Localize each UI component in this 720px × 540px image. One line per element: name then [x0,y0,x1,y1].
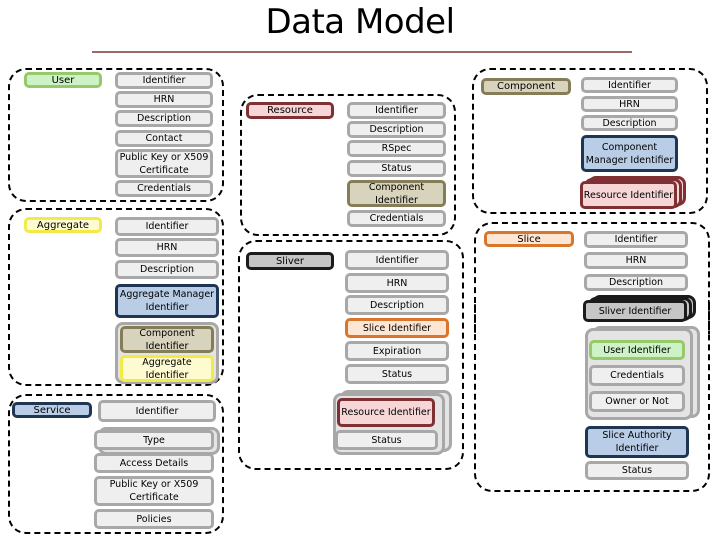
aggregate-field-component-identifier[interactable]: Component Identifier [120,326,214,353]
user-entity[interactable]: User [24,72,102,88]
service-field-public-key[interactable]: Public Key or X509 Certificate [94,476,214,506]
slice-entity[interactable]: Slice [484,231,574,247]
title-divider [92,51,632,53]
slice-field-slice-authority-identifier[interactable]: Slice Authority Identifier [585,426,689,458]
aggregate-field-hrn[interactable]: HRN [115,238,219,257]
component-field-cm-identifier[interactable]: Component Manager Identifier [581,135,678,172]
sliver-entity[interactable]: Sliver [246,252,334,270]
service-field-policies[interactable]: Policies [94,509,214,529]
sliver-field-expiration[interactable]: Expiration [345,341,449,361]
aggregate-field-aggregate-identifier[interactable]: Aggregate Identifier [120,355,214,382]
slice-field-description[interactable]: Description [584,274,688,291]
user-field-public-key[interactable]: Public Key or X509 Certificate [115,149,213,178]
slice-field-credentials[interactable]: Credentials [589,365,685,386]
component-entity[interactable]: Component [481,78,571,95]
sliver-field-status[interactable]: Status [345,364,449,384]
user-field-hrn[interactable]: HRN [115,91,213,108]
component-field-identifier[interactable]: Identifier [581,77,678,93]
resource-field-credentials[interactable]: Credentials [347,210,446,227]
service-entity[interactable]: Service [12,402,92,418]
aggregate-entity[interactable]: Aggregate [24,217,102,233]
user-field-credentials[interactable]: Credentials [115,180,213,197]
slice-field-user-identifier[interactable]: User Identifier [589,340,685,360]
resource-field-identifier[interactable]: Identifier [347,102,446,119]
slice-field-identifier[interactable]: Identifier [584,231,688,248]
component-field-description[interactable]: Description [581,115,678,131]
resource-entity[interactable]: Resource [246,102,334,119]
sliver-field-hrn[interactable]: HRN [345,273,449,293]
component-field-resource-identifier[interactable]: Resource Identifier [580,181,677,209]
aggregate-field-identifier[interactable]: Identifier [115,217,219,236]
service-field-access-details[interactable]: Access Details [94,453,214,473]
component-field-hrn[interactable]: HRN [581,96,678,112]
page-title: Data Model [265,2,455,42]
sliver-field-identifier[interactable]: Identifier [345,250,449,270]
service-field-identifier[interactable]: Identifier [98,400,216,422]
user-field-contact[interactable]: Contact [115,130,213,147]
resource-field-rspec[interactable]: RSpec [347,140,446,157]
sliver-field-description[interactable]: Description [345,295,449,315]
resource-field-description[interactable]: Description [347,121,446,138]
aggregate-field-am-identifier[interactable]: Aggregate Manager Identifier [115,284,219,318]
slice-field-owner-or-not[interactable]: Owner or Not [589,391,685,412]
sliver-field-resource-status[interactable]: Status [335,430,438,450]
resource-field-component-identifier[interactable]: Component Identifier [347,180,446,207]
slice-field-sliver-identifier[interactable]: Sliver Identifier [583,300,687,322]
sliver-field-resource-identifier[interactable]: Resource Identifier [337,398,435,427]
resource-field-status[interactable]: Status [347,160,446,177]
slice-field-hrn[interactable]: HRN [584,252,688,269]
user-field-identifier[interactable]: Identifier [115,72,213,89]
user-field-description[interactable]: Description [115,110,213,127]
service-field-type[interactable]: Type [94,430,214,450]
sliver-field-slice-identifier[interactable]: Slice Identifier [345,318,449,338]
aggregate-field-description[interactable]: Description [115,260,219,279]
slice-field-status[interactable]: Status [585,461,689,480]
